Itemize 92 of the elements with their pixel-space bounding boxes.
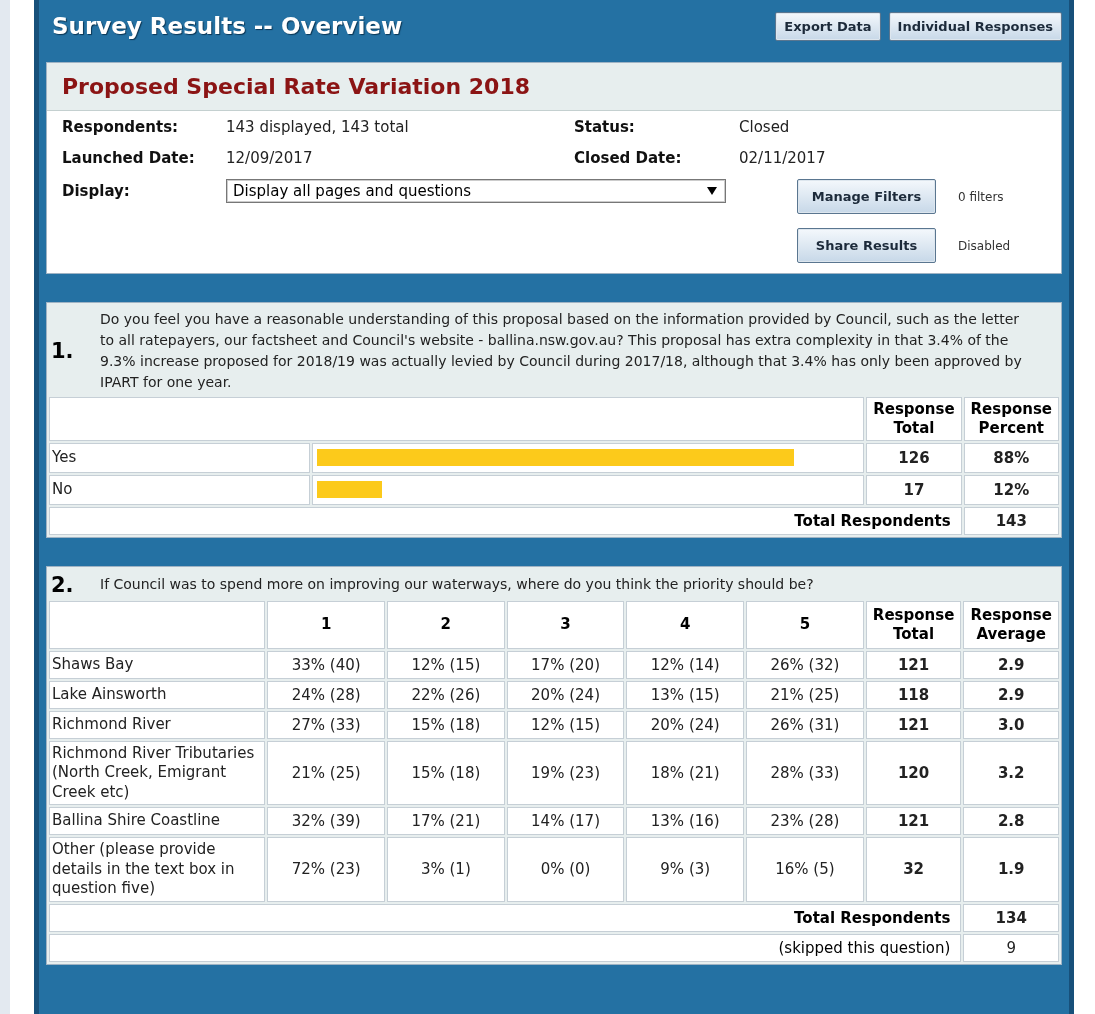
field-value: 12/09/2017 — [226, 149, 314, 167]
table-cell: 20% (24) — [506, 680, 625, 709]
field-label: Respondents: — [62, 118, 180, 136]
table-cell: 28% (33) — [746, 740, 864, 805]
survey-title: Proposed Special Rate Variation 2018 — [62, 74, 532, 99]
field-label: Launched Date: — [62, 149, 196, 167]
table-cell: 2.9 — [963, 680, 1059, 709]
table-cell: 3% (1) — [387, 837, 505, 902]
table-cell: 2.8 — [963, 807, 1059, 835]
row-label: Shaws Bay — [49, 650, 266, 679]
table-cell: 32% (39) — [267, 807, 385, 835]
row-label: Richmond River Tributaries (North Creek, Emigrant Creek etc) — [49, 740, 266, 805]
table-cell: (skipped this question) — [49, 933, 962, 962]
page-title: Survey Results -- Overview — [51, 13, 403, 39]
table-cell: 26% (31) — [746, 710, 864, 739]
table-cell: 2.9 — [963, 650, 1059, 679]
table-cell: 1.9 — [963, 837, 1059, 902]
field-label: Closed Date: — [574, 149, 683, 167]
action-button[interactable]: Share Results — [797, 228, 936, 263]
table-cell: 26% (32) — [746, 650, 864, 679]
caret-icon — [707, 187, 717, 195]
question-text: If Council was to spend more on improving our waterways, where do you think the priority should be? — [100, 575, 815, 594]
field-value: Closed — [739, 118, 791, 136]
table-cell: 12% (15) — [506, 710, 625, 739]
table-cell: 9% (3) — [626, 837, 745, 902]
table-cell: 0% (0) — [506, 837, 625, 902]
display-select[interactable]: Display all pages and questions — [226, 179, 726, 203]
row-label: Yes — [49, 442, 311, 473]
table-cell: 19% (23) — [506, 740, 625, 805]
table-cell: Total Respondents — [49, 506, 962, 535]
table-cell: 3.0 — [963, 710, 1059, 739]
column-header: 2 — [387, 600, 505, 649]
question-number: 1. — [51, 339, 75, 363]
field-value: 143 displayed, 143 total — [226, 118, 410, 136]
table-cell: 9 — [963, 933, 1059, 962]
table-cell: 18% (21) — [626, 740, 745, 805]
table-cell: 17% (21) — [387, 807, 505, 835]
column-header: 5 — [746, 600, 864, 649]
table-cell: 22% (26) — [387, 680, 505, 709]
table-cell: 12% (15) — [387, 650, 505, 679]
table-cell: 20% (24) — [626, 710, 745, 739]
table-cell: 134 — [963, 903, 1059, 932]
row-label: Richmond River — [49, 710, 266, 739]
field-label: Status: — [574, 118, 636, 136]
table-cell: 14% (17) — [506, 807, 625, 835]
row-label: No — [49, 474, 311, 505]
table-cell: 121 — [865, 710, 962, 739]
row-label: Lake Ainsworth — [49, 680, 266, 709]
table-cell: 23% (28) — [746, 807, 864, 835]
header-button[interactable]: Individual Responses — [888, 11, 1062, 41]
table-cell: 13% (16) — [626, 807, 745, 835]
column-header: Response Average — [963, 600, 1059, 649]
table-cell: 12% — [963, 474, 1059, 505]
column-header: 3 — [506, 600, 625, 649]
table-cell: 27% (33) — [267, 710, 385, 739]
table-cell: 118 — [865, 680, 962, 709]
row-label: Ballina Shire Coastline — [49, 807, 266, 835]
table-cell: 121 — [865, 650, 962, 679]
table-cell: 33% (40) — [267, 650, 385, 679]
table-cell: 12% (14) — [626, 650, 745, 679]
table-cell: 3.2 — [963, 740, 1059, 805]
status-note: Disabled — [958, 238, 1011, 253]
table-cell: 13% (15) — [626, 680, 745, 709]
status-note: 0 filters — [958, 189, 1004, 204]
column-header: 1 — [267, 600, 385, 649]
table-cell: 16% (5) — [746, 837, 864, 902]
table-cell: 120 — [865, 740, 962, 805]
table-cell: 72% (23) — [267, 837, 385, 902]
table-cell: 143 — [963, 506, 1059, 535]
table-cell: 17% (20) — [506, 650, 625, 679]
column-header: Response Percent — [963, 397, 1059, 441]
table-cell: 21% (25) — [746, 680, 864, 709]
question-text: Do you feel you have a reasonable understanding of this proposal based on the information provided by Council, such as the letter to all ratepayers, our factsheet and Council's website - ballina.nsw.gov.au? This proposal has extra complexity in that 3.4% of the 9.3% increase proposed for 2018/19 was actually levied by Council during 2017/18, although that 3.4% has only been approved by IPART for one year. — [100, 310, 1023, 392]
row-label: Other (please provide details in the text box in question five) — [49, 837, 266, 902]
table-cell: 21% (25) — [267, 740, 385, 805]
column-header: Response Total — [865, 600, 962, 649]
table-cell: 121 — [865, 807, 962, 835]
action-button[interactable]: Manage Filters — [797, 179, 936, 214]
table-cell: 24% (28) — [267, 680, 385, 709]
table-cell: 126 — [866, 442, 962, 473]
question-number: 2. — [51, 572, 75, 597]
table-cell: 32 — [865, 837, 962, 902]
header-button[interactable]: Export Data — [775, 11, 881, 41]
field-value: 02/11/2017 — [739, 149, 827, 167]
table-cell: Total Respondents — [49, 903, 962, 932]
field-label: Display: — [62, 181, 131, 200]
table-cell: 15% (18) — [387, 740, 505, 805]
table-cell: 17 — [866, 474, 962, 505]
table-cell: 88% — [963, 442, 1059, 473]
column-header: Response Total — [866, 397, 962, 441]
column-header: 4 — [626, 600, 745, 649]
table-cell: 15% (18) — [387, 710, 505, 739]
